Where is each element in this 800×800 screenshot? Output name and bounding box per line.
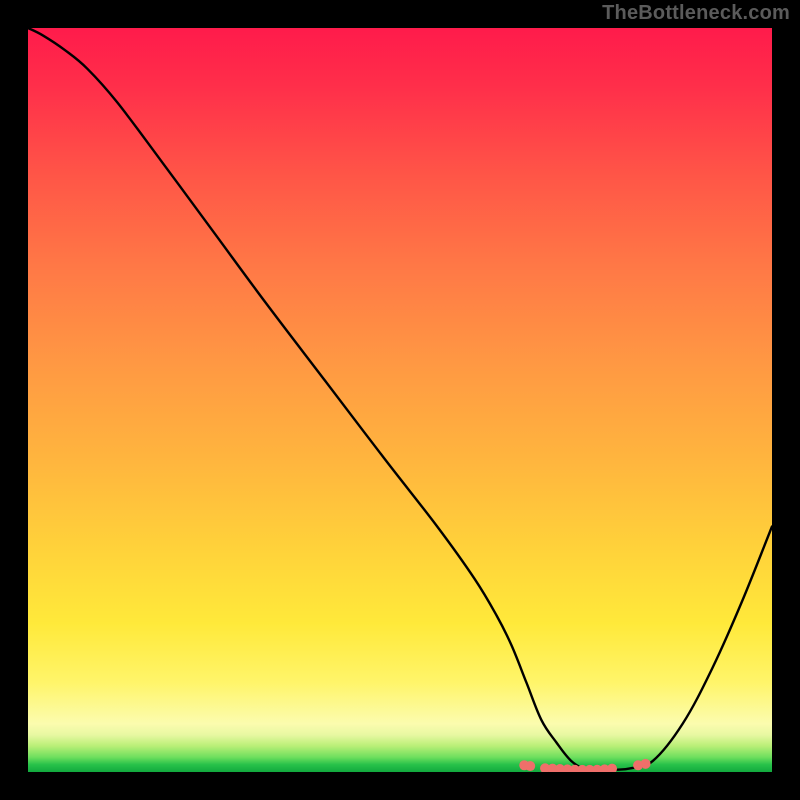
- marker-layer: [28, 28, 772, 772]
- watermark-text: TheBottleneck.com: [602, 2, 790, 25]
- plot-area: [28, 28, 772, 772]
- data-marker: [525, 761, 535, 771]
- data-marker: [641, 759, 651, 769]
- data-marker: [607, 764, 617, 772]
- chart-stage: TheBottleneck.com: [0, 0, 800, 800]
